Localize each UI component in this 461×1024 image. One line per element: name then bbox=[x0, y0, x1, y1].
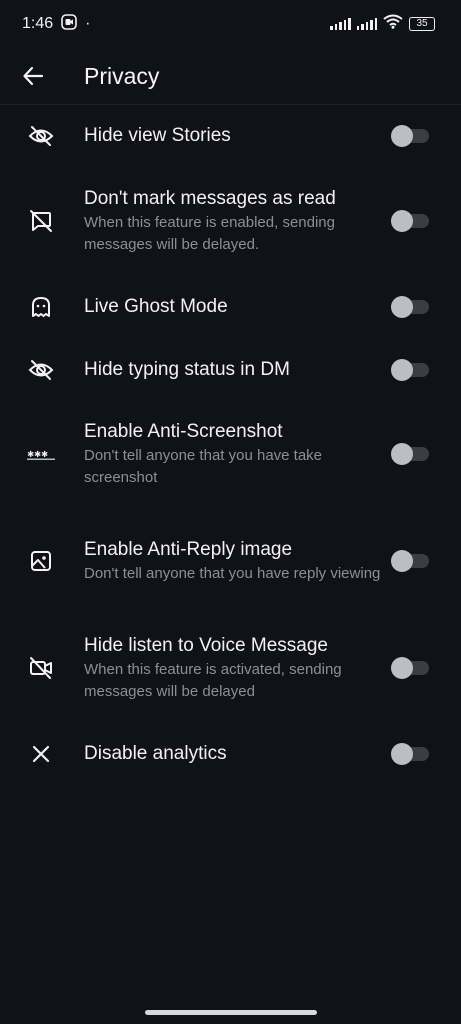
app-bar: Privacy bbox=[0, 48, 461, 105]
setting-label: Hide listen to Voice Message bbox=[84, 634, 328, 656]
toggle-switch[interactable] bbox=[391, 359, 429, 381]
setting-description: When this feature is enabled, sending me… bbox=[84, 213, 335, 253]
image-icon bbox=[27, 547, 55, 575]
close-icon bbox=[27, 740, 55, 768]
toggle-switch[interactable] bbox=[391, 296, 429, 318]
setting-label: Enable Anti-Screenshot bbox=[84, 420, 283, 442]
status-bar: 1:46 · 35 bbox=[0, 0, 461, 48]
setting-label: Hide typing status in DM bbox=[84, 359, 290, 380]
setting-label: Don't mark messages as read bbox=[84, 187, 336, 209]
setting-label: Disable analytics bbox=[84, 743, 227, 764]
setting-label: Hide view Stories bbox=[84, 125, 231, 146]
setting-description: Don't tell anyone that you have reply vi… bbox=[84, 564, 381, 582]
setting-label: Live Ghost Mode bbox=[84, 296, 228, 317]
setting-label: Enable Anti-Reply image bbox=[84, 538, 293, 560]
svg-text:✱✱✱: ✱✱✱ bbox=[27, 449, 48, 459]
battery-icon: 35 bbox=[409, 17, 435, 31]
page-title: Privacy bbox=[84, 62, 160, 89]
status-left: 1:46 · bbox=[22, 13, 91, 35]
password-dots-icon: ✱✱✱ bbox=[27, 440, 55, 468]
arrow-left-icon bbox=[23, 66, 44, 86]
status-time: 1:46 bbox=[22, 15, 54, 32]
camera-record-icon bbox=[61, 13, 77, 35]
eye-off-icon bbox=[27, 122, 55, 150]
setting-live-ghost-mode[interactable]: Live Ghost Mode bbox=[0, 274, 461, 340]
toggle-switch[interactable] bbox=[391, 657, 429, 679]
setting-hide-typing-status[interactable]: Hide typing status in DM bbox=[0, 340, 461, 400]
message-off-icon bbox=[27, 207, 55, 235]
setting-disable-analytics[interactable]: Disable analytics bbox=[0, 722, 461, 786]
toggle-switch[interactable] bbox=[391, 210, 429, 232]
setting-dont-mark-read[interactable]: Don't mark messages as read When this fe… bbox=[0, 168, 461, 274]
setting-anti-reply-image[interactable]: Enable Anti-Reply image Don't tell anyon… bbox=[0, 508, 461, 614]
setting-hide-voice-listen[interactable]: Hide listen to Voice Message When this f… bbox=[0, 614, 461, 722]
back-button[interactable] bbox=[21, 64, 45, 88]
status-dot: · bbox=[85, 15, 91, 32]
toggle-switch[interactable] bbox=[391, 743, 429, 765]
video-off-icon bbox=[27, 654, 55, 682]
eye-off-icon bbox=[27, 356, 55, 384]
home-indicator[interactable] bbox=[145, 1010, 317, 1015]
setting-description: Don't tell anyone that you have take scr… bbox=[84, 446, 323, 486]
setting-description: When this feature is activated, sending … bbox=[84, 660, 342, 700]
toggle-switch[interactable] bbox=[391, 125, 429, 147]
status-right: 35 bbox=[330, 14, 435, 34]
settings-list: Hide view Stories Don't mark messages as… bbox=[0, 104, 461, 786]
toggle-switch[interactable] bbox=[391, 550, 429, 572]
setting-hide-view-stories[interactable]: Hide view Stories bbox=[0, 104, 461, 168]
toggle-switch[interactable] bbox=[391, 443, 429, 465]
signal-icon bbox=[330, 18, 351, 30]
signal-icon bbox=[356, 18, 377, 30]
setting-anti-screenshot[interactable]: ✱✱✱ Enable Anti-Screenshot Don't tell an… bbox=[0, 400, 461, 508]
ghost-icon bbox=[27, 293, 55, 321]
wifi-icon bbox=[383, 14, 403, 34]
